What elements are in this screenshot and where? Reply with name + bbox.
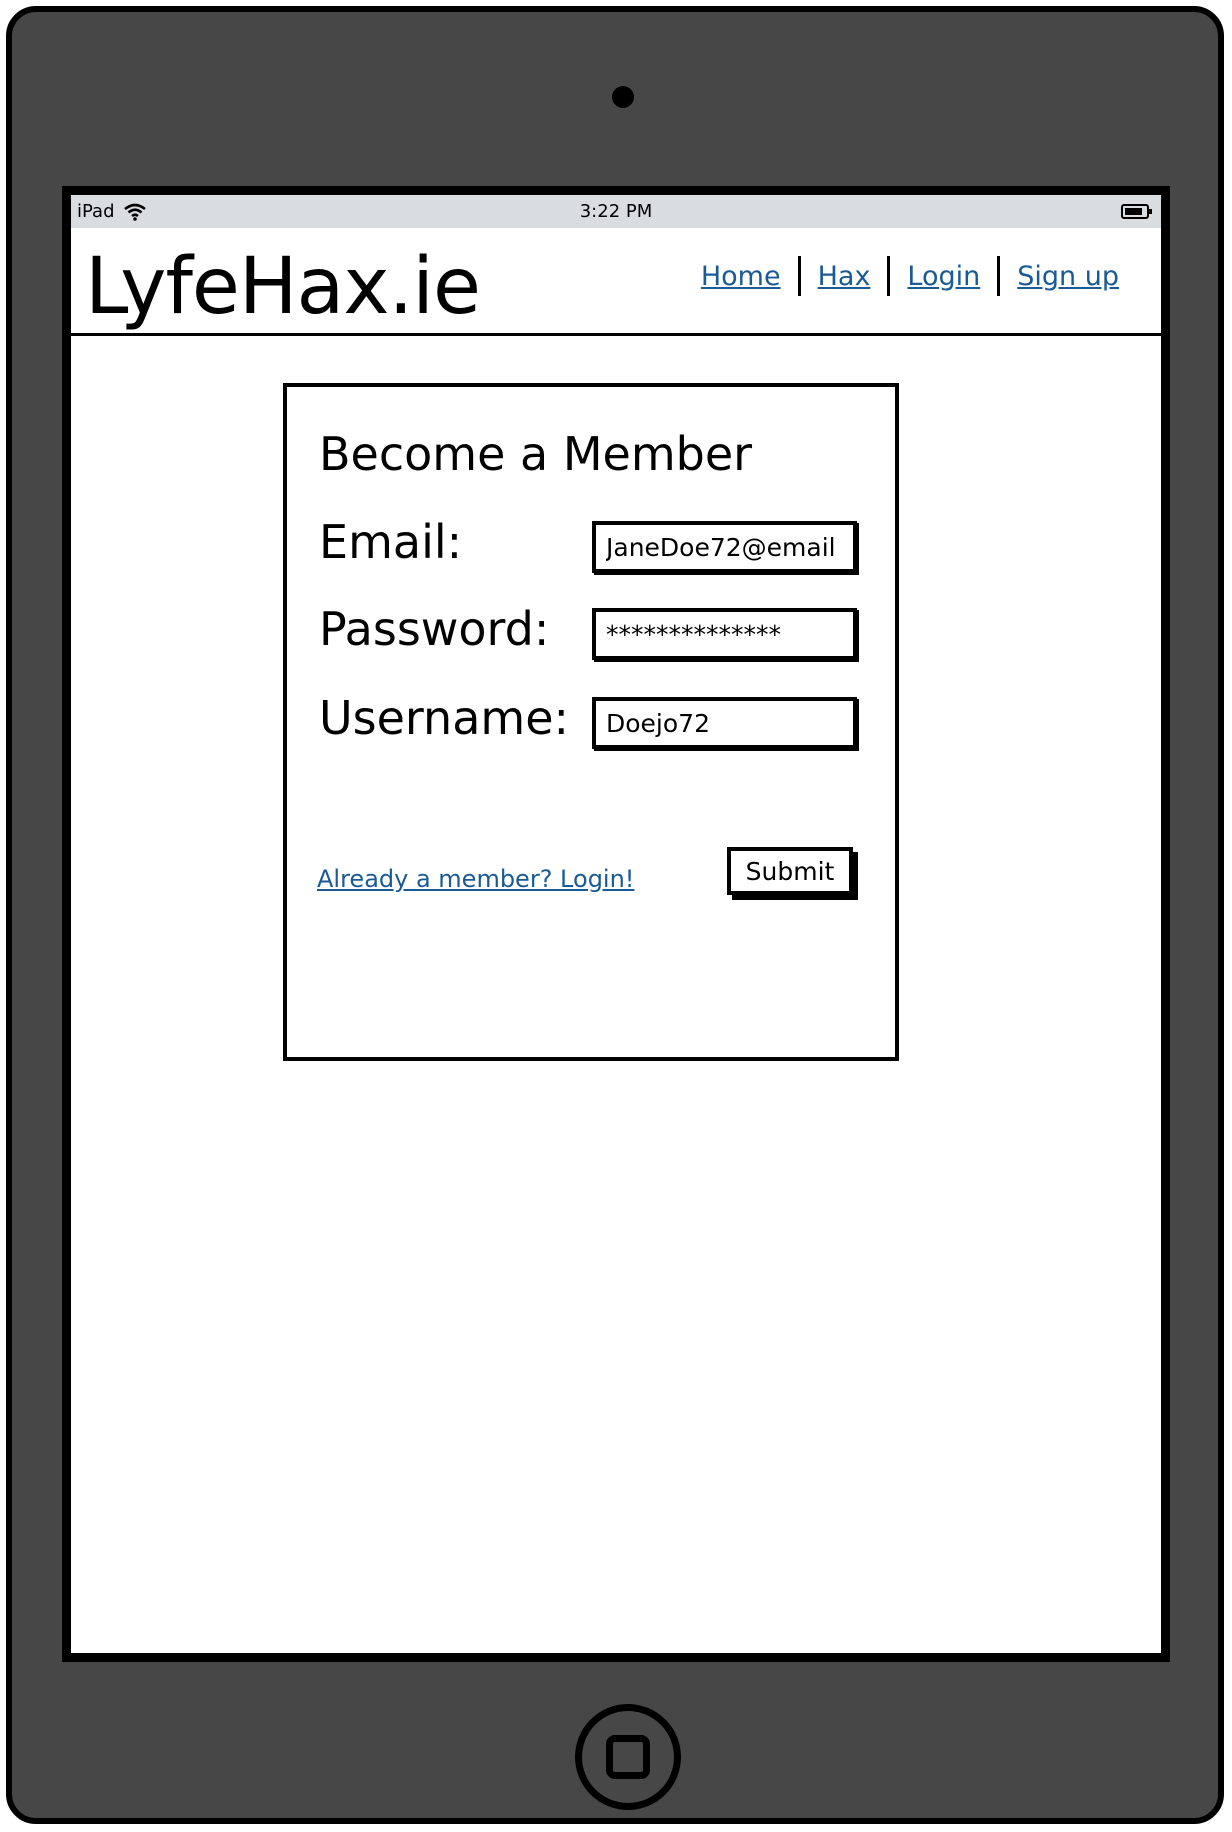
main-nav: Home Hax Login Sign up [701, 256, 1119, 296]
email-field[interactable] [592, 521, 857, 573]
nav-divider [997, 256, 1001, 296]
nav-link-signup[interactable]: Sign up [1017, 261, 1119, 292]
nav-link-hax[interactable]: Hax [818, 261, 871, 292]
home-button[interactable] [575, 1704, 681, 1810]
home-square-icon [606, 1735, 650, 1779]
site-logo[interactable]: LyfeHax.ie [85, 242, 481, 332]
nav-link-login[interactable]: Login [907, 261, 980, 292]
username-field[interactable] [592, 697, 857, 749]
status-time: 3:22 PM [579, 201, 653, 222]
username-label: Username: [319, 691, 569, 745]
nav-divider [797, 256, 801, 296]
nav-link-home[interactable]: Home [701, 261, 781, 292]
password-field[interactable] [592, 608, 857, 660]
camera-dot [612, 86, 634, 108]
battery-icon [1121, 204, 1152, 219]
status-bar: iPad 3:22 PM [71, 195, 1161, 228]
nav-divider [887, 256, 891, 296]
password-label: Password: [319, 602, 550, 656]
site-header: LyfeHax.ie Home Hax Login Sign up [71, 228, 1161, 336]
form-title: Become a Member [319, 427, 753, 481]
ipad-frame: iPad 3:22 PM LyfeHax.ie Home Hax Login S… [6, 6, 1224, 1824]
signup-form: Become a Member Email: Password: Usernam… [283, 383, 899, 1061]
screen: iPad 3:22 PM LyfeHax.ie Home Hax Login S… [62, 186, 1170, 1662]
email-label: Email: [319, 515, 463, 569]
already-member-login-link[interactable]: Already a member? Login! [317, 865, 634, 893]
submit-button[interactable]: Submit [727, 847, 853, 895]
